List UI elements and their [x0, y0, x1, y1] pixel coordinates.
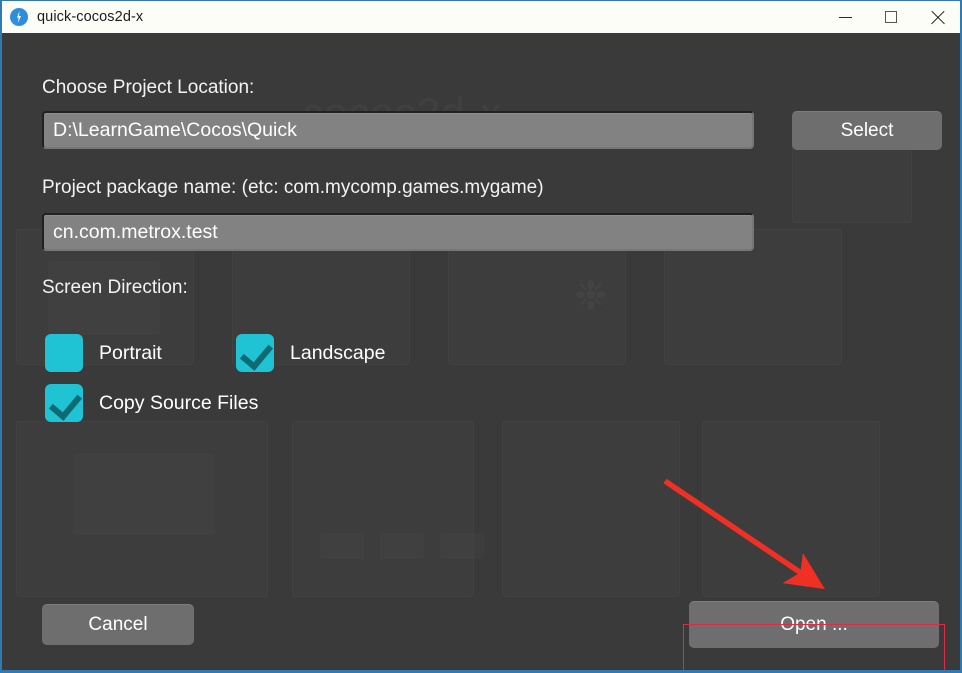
- ghost-panel: [502, 421, 680, 597]
- minimize-icon: [838, 16, 852, 18]
- ghost-panel: [292, 421, 474, 597]
- ghost-panel: [702, 421, 880, 597]
- ghost-panel-inner: [380, 533, 424, 559]
- landscape-checkbox[interactable]: [236, 334, 274, 372]
- ghost-panel: [16, 421, 268, 597]
- portrait-checkbox[interactable]: [45, 334, 83, 372]
- copy-source-files-label: Copy Source Files: [99, 391, 259, 414]
- location-input[interactable]: [42, 111, 754, 149]
- ghost-panel-inner: [320, 533, 364, 559]
- maximize-icon: [885, 11, 897, 23]
- lightning-bolt-icon: [10, 8, 28, 26]
- open-button[interactable]: Open ...: [689, 601, 939, 648]
- portrait-label: Portrait: [99, 341, 162, 364]
- dialog-body: cocos2d-x ❉ Choose Project Location: Sel…: [2, 33, 960, 670]
- title-bar: quick-cocos2d-x: [2, 1, 960, 33]
- minimize-button[interactable]: [822, 1, 868, 33]
- cancel-button[interactable]: Cancel: [42, 604, 194, 645]
- window-title: quick-cocos2d-x: [37, 9, 144, 25]
- package-input[interactable]: [42, 213, 754, 251]
- copy-source-files-checkbox[interactable]: [45, 384, 83, 422]
- checkbox-row-landscape[interactable]: Landscape: [236, 334, 385, 372]
- maximize-button[interactable]: [868, 1, 914, 33]
- ghost-panel-inner: [74, 453, 214, 535]
- application-window: quick-cocos2d-x cocos2d-x ❉: [0, 0, 962, 673]
- window-controls: [822, 1, 960, 33]
- landscape-label: Landscape: [290, 341, 386, 364]
- location-label: Choose Project Location:: [42, 77, 255, 98]
- ghost-panel-inner: [440, 533, 484, 559]
- close-button[interactable]: [914, 1, 960, 33]
- select-button[interactable]: Select: [792, 111, 942, 150]
- checkbox-row-portrait[interactable]: Portrait: [45, 334, 162, 372]
- screen-direction-label: Screen Direction:: [42, 277, 188, 298]
- checkbox-row-copy-source-files[interactable]: Copy Source Files: [45, 384, 258, 422]
- ghost-snowflake-icon: ❉: [574, 273, 608, 319]
- package-label: Project package name: (etc: com.mycomp.g…: [42, 177, 544, 198]
- close-icon: [930, 10, 945, 25]
